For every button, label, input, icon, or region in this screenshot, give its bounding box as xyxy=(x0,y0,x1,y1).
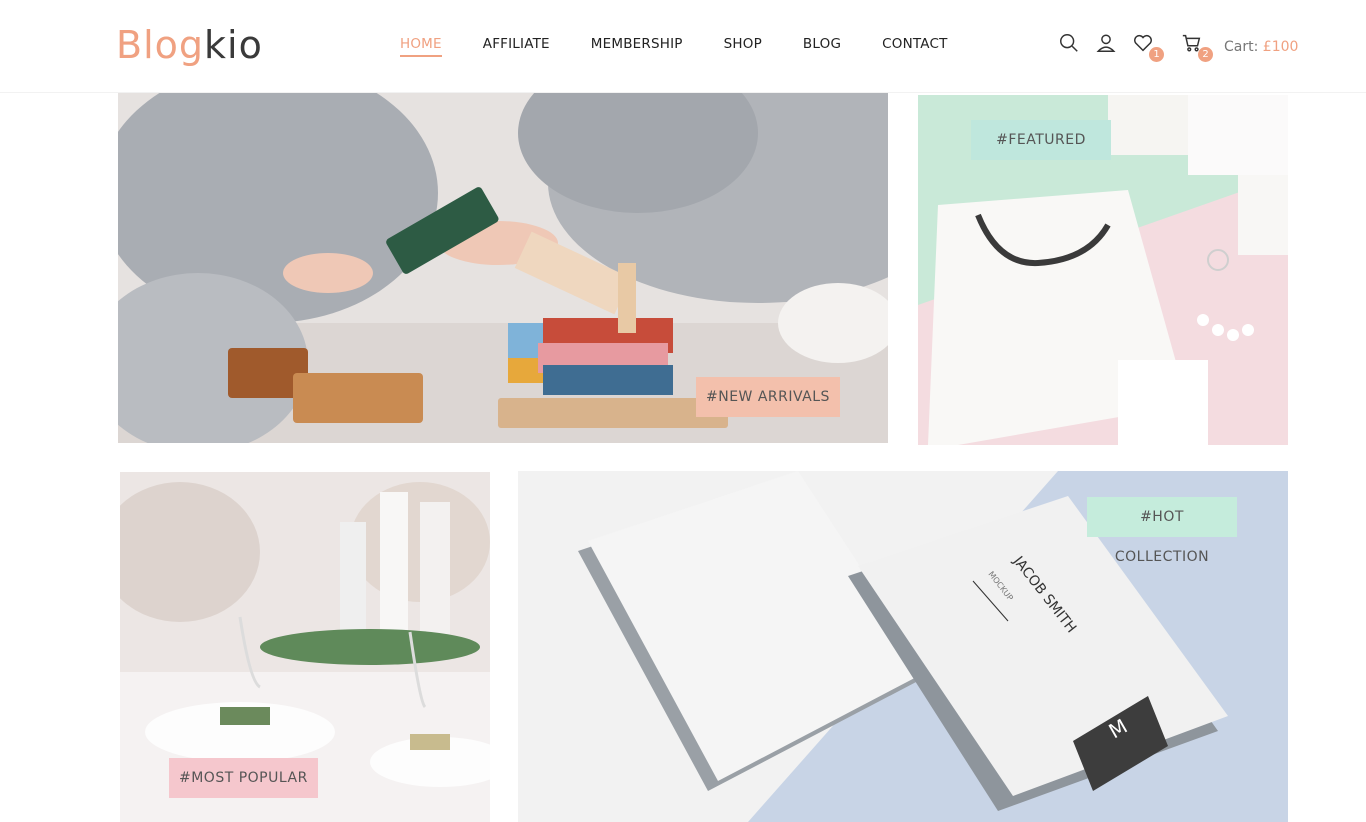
site-logo[interactable]: Blogkio xyxy=(116,20,263,70)
user-icon[interactable] xyxy=(1095,32,1119,56)
nav-item-blog[interactable]: BLOG xyxy=(803,36,841,57)
tag-new-arrivals[interactable]: #NEW ARRIVALS xyxy=(696,377,840,417)
tag-featured[interactable]: #FEATURED xyxy=(971,120,1111,160)
nav-item-membership[interactable]: MEMBERSHIP xyxy=(591,36,683,57)
cart-count-badge: 2 xyxy=(1198,47,1213,62)
banner-featured[interactable]: #FEATURED xyxy=(918,95,1288,445)
cart-amount: £100 xyxy=(1262,39,1299,55)
banner-hot-collection[interactable]: M JACOB SMITH MOCKUP #HOT COLLECTION xyxy=(518,471,1288,822)
logo-part-kio: kio xyxy=(204,23,263,67)
nav-item-affiliate[interactable]: AFFILIATE xyxy=(483,36,550,57)
banner-new-arrivals[interactable]: #NEW ARRIVALS xyxy=(118,93,888,443)
cart-label: Cart: xyxy=(1224,39,1259,55)
logo-part-blog: Blog xyxy=(116,23,204,67)
cart-total[interactable]: Cart: £100 xyxy=(1224,39,1298,55)
wishlist-count-badge: 1 xyxy=(1149,47,1164,62)
search-icon[interactable] xyxy=(1058,32,1082,56)
header-actions: 1 2 Cart: £100 xyxy=(1058,32,1298,62)
heart-icon[interactable]: 1 xyxy=(1132,32,1164,62)
tag-most-popular[interactable]: #MOST POPULAR xyxy=(169,758,318,798)
nav-item-contact[interactable]: CONTACT xyxy=(882,36,947,57)
tag-hot-collection[interactable]: #HOT COLLECTION xyxy=(1087,497,1237,565)
cart-icon[interactable]: 2 xyxy=(1181,32,1213,62)
nav-item-home[interactable]: HOME xyxy=(400,36,442,57)
banner-most-popular[interactable]: #MOST POPULAR xyxy=(120,472,490,822)
nav-item-shop[interactable]: SHOP xyxy=(724,36,762,57)
main-nav: HOME AFFILIATE MEMBERSHIP SHOP BLOG CONT… xyxy=(390,36,989,57)
